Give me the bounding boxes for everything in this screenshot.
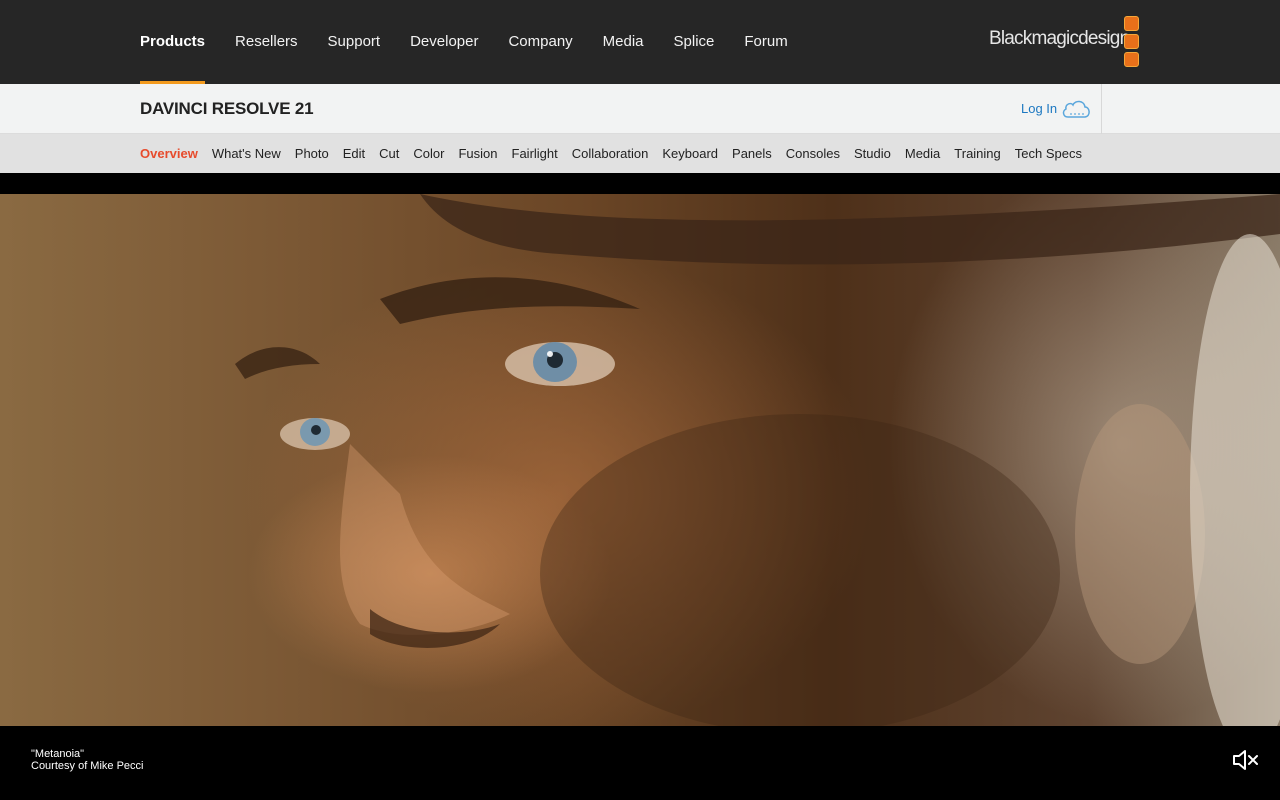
logo-wordmark: Blackmagicdesign [989,28,1130,49]
speaker-muted-icon[interactable] [1232,748,1260,772]
productbar-divider [1101,84,1102,134]
tab-training[interactable]: Training [954,134,1000,173]
caption-credit: Courtesy of Mike Pecci [31,760,144,772]
tab-panels[interactable]: Panels [732,134,772,173]
nav-item-media[interactable]: Media [603,0,644,84]
hero-video[interactable]: "Metanoia" Courtesy of Mike Pecci [0,173,1280,800]
blackmagic-logo[interactable]: Blackmagicdesign [988,16,1140,68]
product-subnav: Overview What's New Photo Edit Cut Color… [0,134,1280,173]
global-nav: Products Resellers Support Developer Com… [0,0,1280,84]
video-caption: "Metanoia" Courtesy of Mike Pecci [31,748,143,772]
tab-overview[interactable]: Overview [140,134,198,173]
tab-tech-specs[interactable]: Tech Specs [1015,134,1082,173]
caption-title: "Metanoia" [31,748,85,760]
nav-item-forum[interactable]: Forum [744,0,787,84]
subnav-items: Overview What's New Photo Edit Cut Color… [140,134,1096,173]
tab-fairlight[interactable]: Fairlight [512,134,558,173]
tab-edit[interactable]: Edit [343,134,365,173]
global-menu: Products Resellers Support Developer Com… [140,0,818,84]
nav-item-company[interactable]: Company [508,0,572,84]
tab-color[interactable]: Color [413,134,444,173]
logo-dot-2 [1124,34,1139,49]
tab-cut[interactable]: Cut [379,134,399,173]
tab-fusion[interactable]: Fusion [458,134,497,173]
nav-item-developer[interactable]: Developer [410,0,478,84]
video-frame[interactable] [0,194,1280,726]
logo-dot-1 [1124,16,1139,31]
tab-collaboration[interactable]: Collaboration [572,134,649,173]
nav-item-resellers[interactable]: Resellers [235,0,298,84]
tab-studio[interactable]: Studio [854,134,891,173]
tab-media[interactable]: Media [905,134,940,173]
tab-consoles[interactable]: Consoles [786,134,840,173]
nav-item-support[interactable]: Support [328,0,381,84]
nav-item-splice[interactable]: Splice [674,0,715,84]
face-closeup-image [235,194,1280,726]
product-bar: DAVINCI RESOLVE 21 Log In [0,84,1280,201]
tab-keyboard[interactable]: Keyboard [662,134,718,173]
login-link[interactable]: Log In [1021,84,1057,134]
cloud-icon[interactable] [1060,97,1092,121]
tab-whats-new[interactable]: What's New [212,134,281,173]
product-title: DAVINCI RESOLVE 21 [140,99,314,118]
logo-dot-3 [1124,52,1139,67]
nav-item-products[interactable]: Products [140,0,206,84]
tab-photo[interactable]: Photo [295,134,329,173]
